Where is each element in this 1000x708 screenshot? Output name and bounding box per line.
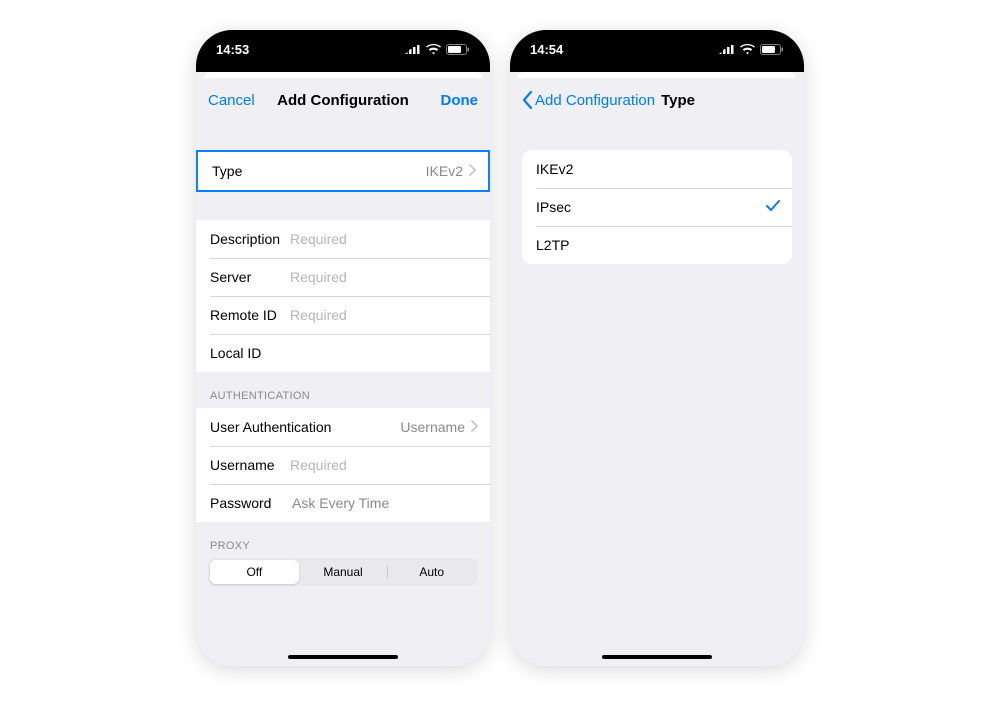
notch <box>587 30 727 56</box>
username-row[interactable]: Username <box>196 446 490 484</box>
option-ikev2[interactable]: IKEv2 <box>522 150 792 188</box>
option-label: L2TP <box>536 237 780 253</box>
navbar: Add Configuration Type <box>510 78 804 122</box>
option-l2tp[interactable]: L2TP <box>522 226 792 264</box>
navbar: Cancel Add Configuration Done <box>196 78 490 122</box>
password-row[interactable]: Password Ask Every Time <box>196 484 490 522</box>
status-time: 14:53 <box>216 42 249 57</box>
status-bar: 14:53 <box>196 30 490 72</box>
remoteid-input[interactable] <box>290 307 478 323</box>
auth-group: User Authentication Username Username Pa… <box>196 408 490 522</box>
chevron-left-icon <box>522 91 533 109</box>
server-row[interactable]: Server <box>196 258 490 296</box>
checkmark-icon <box>766 199 780 215</box>
server-input[interactable] <box>290 269 478 285</box>
proxy-seg-auto[interactable]: Auto <box>387 560 476 584</box>
back-label: Add Configuration <box>535 92 655 109</box>
type-row[interactable]: Type IKEv2 <box>198 152 488 190</box>
username-label: Username <box>210 457 290 473</box>
type-value: IKEv2 <box>338 163 464 179</box>
status-time: 14:54 <box>530 42 563 57</box>
nav-title: Type <box>661 92 695 109</box>
battery-icon <box>760 44 784 55</box>
status-icons <box>719 44 784 55</box>
description-input[interactable] <box>290 231 478 247</box>
type-label: Type <box>212 163 338 179</box>
proxy-seg-manual[interactable]: Manual <box>299 560 388 584</box>
battery-icon <box>446 44 470 55</box>
username-input[interactable] <box>290 457 478 473</box>
chevron-right-icon <box>471 419 478 435</box>
option-label: IPsec <box>536 199 760 215</box>
content: IKEv2 IPsec L2TP <box>510 122 804 666</box>
proxy-segmented[interactable]: Off Manual Auto <box>208 558 478 586</box>
status-icons <box>405 44 470 55</box>
chevron-right-icon <box>469 163 476 179</box>
modal-card: Add Configuration Type IKEv2 IPsec L2TP <box>510 78 804 666</box>
type-options-group: IKEv2 IPsec L2TP <box>522 150 792 264</box>
localid-input[interactable] <box>290 345 478 361</box>
user-auth-label: User Authentication <box>210 419 338 435</box>
content: Type IKEv2 Description Server <box>196 122 490 666</box>
home-indicator <box>602 655 712 659</box>
proxy-header: Proxy <box>196 522 490 558</box>
localid-row[interactable]: Local ID <box>196 334 490 372</box>
cancel-button[interactable]: Cancel <box>208 92 255 109</box>
proxy-seg-off[interactable]: Off <box>210 560 299 584</box>
user-auth-value: Username <box>338 419 466 435</box>
localid-label: Local ID <box>210 345 290 361</box>
nav-title: Add Configuration <box>268 92 418 109</box>
phone-right: 14:54 Add Configuration Type IKEv2 <box>510 30 804 666</box>
notch <box>273 30 413 56</box>
home-indicator <box>288 655 398 659</box>
remoteid-row[interactable]: Remote ID <box>196 296 490 334</box>
remoteid-label: Remote ID <box>210 307 290 323</box>
description-label: Description <box>210 231 290 247</box>
server-label: Server <box>210 269 290 285</box>
option-ipsec[interactable]: IPsec <box>522 188 792 226</box>
type-group: Type IKEv2 <box>196 150 490 192</box>
back-button[interactable]: Add Configuration <box>522 91 655 109</box>
done-button[interactable]: Done <box>441 92 479 109</box>
status-bar: 14:54 <box>510 30 804 72</box>
description-row[interactable]: Description <box>196 220 490 258</box>
user-auth-row[interactable]: User Authentication Username <box>196 408 490 446</box>
option-label: IKEv2 <box>536 161 780 177</box>
password-value: Ask Every Time <box>290 495 478 511</box>
password-label: Password <box>210 495 290 511</box>
wifi-icon <box>426 44 441 55</box>
phone-left: 14:53 Cancel Add Configuration Done Type… <box>196 30 490 666</box>
wifi-icon <box>740 44 755 55</box>
modal-card: Cancel Add Configuration Done Type IKEv2… <box>196 78 490 666</box>
connection-group: Description Server Remote ID Local ID <box>196 220 490 372</box>
auth-header: Authentication <box>196 372 490 408</box>
